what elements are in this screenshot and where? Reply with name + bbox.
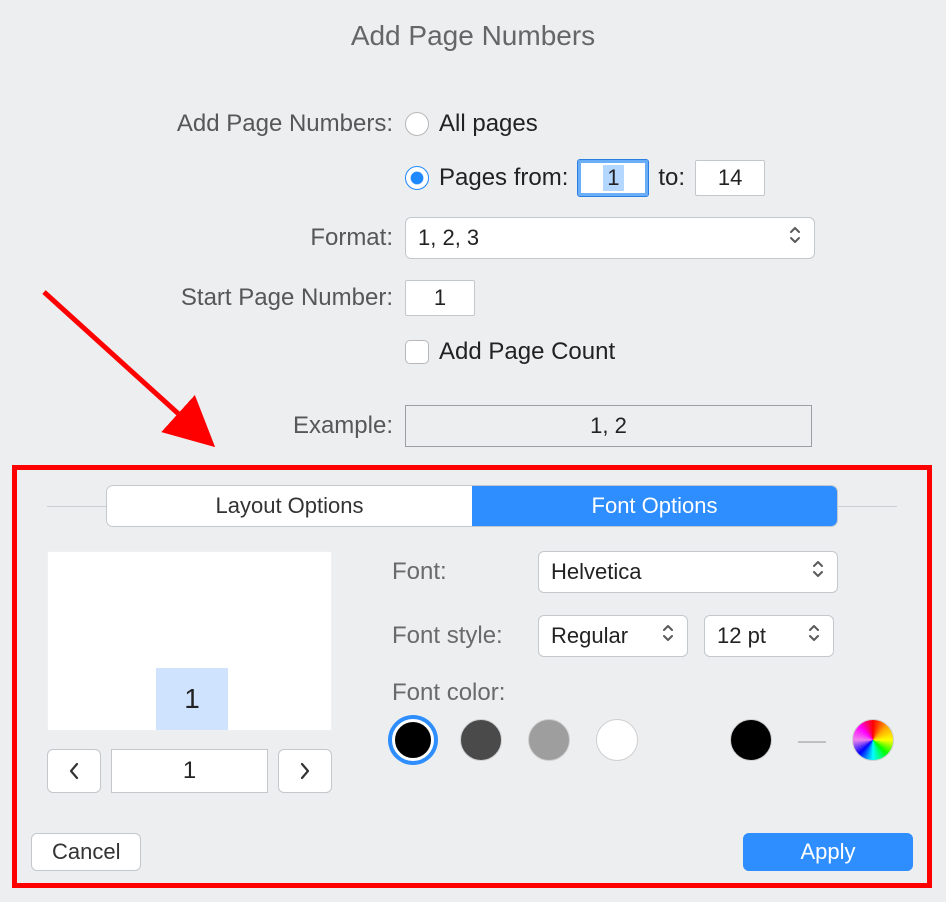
to-label: to:	[658, 164, 685, 192]
preview-column: 1 1	[47, 551, 332, 793]
tab-font-options[interactable]: Font Options	[472, 486, 837, 526]
chevron-updown-icon	[811, 559, 825, 585]
example-box: 1, 2	[405, 405, 812, 447]
segmented-control: Layout Options Font Options	[107, 486, 837, 526]
page-preview: 1	[47, 551, 332, 731]
color-white[interactable]	[596, 719, 638, 761]
label-font-color: Font color:	[392, 679, 522, 707]
add-page-count-label: Add Page Count	[439, 338, 615, 366]
pages-to-input[interactable]: 14	[695, 160, 765, 196]
font-size-select[interactable]: 12 pt	[704, 615, 834, 657]
separator: —	[798, 724, 826, 756]
label-font: Font:	[392, 558, 522, 586]
add-page-numbers-dialog: Add Page Numbers Add Page Numbers: All p…	[0, 0, 946, 902]
font-options-form: Font: Helvetica Font style: Regular	[392, 551, 894, 793]
label-example: Example:	[0, 412, 405, 440]
page-number-field[interactable]: 1	[111, 749, 268, 793]
format-select-value: 1, 2, 3	[418, 225, 479, 251]
color-black[interactable]	[392, 719, 434, 761]
font-select[interactable]: Helvetica	[538, 551, 838, 593]
color-swatches: —	[392, 719, 894, 761]
color-gray[interactable]	[528, 719, 570, 761]
preview-page-number: 1	[156, 668, 228, 730]
form-area: Add Page Numbers: All pages Pages from: …	[0, 102, 946, 448]
next-page-button[interactable]	[278, 749, 332, 793]
highlight-box: Layout Options Font Options 1 1	[12, 465, 932, 888]
label-format: Format:	[0, 224, 405, 252]
chevron-updown-icon	[807, 623, 821, 649]
tab-layout-options[interactable]: Layout Options	[107, 486, 472, 526]
color-dark-gray[interactable]	[460, 719, 502, 761]
chevron-updown-icon	[661, 623, 675, 649]
radio-pages-from-label: Pages from:	[439, 164, 568, 192]
font-style-select[interactable]: Regular	[538, 615, 688, 657]
add-page-count-checkbox[interactable]	[405, 340, 429, 364]
label-font-style: Font style:	[392, 622, 522, 650]
format-select[interactable]: 1, 2, 3	[405, 217, 815, 259]
prev-page-button[interactable]	[47, 749, 101, 793]
color-picker-button[interactable]	[852, 719, 894, 761]
label-start-page-number: Start Page Number:	[0, 284, 405, 312]
label-add-page-numbers: Add Page Numbers:	[0, 110, 405, 138]
pages-from-input[interactable]: 1	[578, 160, 648, 196]
cancel-button[interactable]: Cancel	[31, 833, 141, 871]
radio-all-pages-label: All pages	[439, 110, 538, 138]
dialog-title: Add Page Numbers	[0, 0, 946, 52]
color-custom[interactable]	[730, 719, 772, 761]
chevron-updown-icon	[788, 225, 802, 251]
radio-all-pages[interactable]	[405, 112, 429, 136]
apply-button[interactable]: Apply	[743, 833, 913, 871]
start-page-input[interactable]: 1	[405, 280, 475, 316]
radio-pages-from[interactable]	[405, 166, 429, 190]
